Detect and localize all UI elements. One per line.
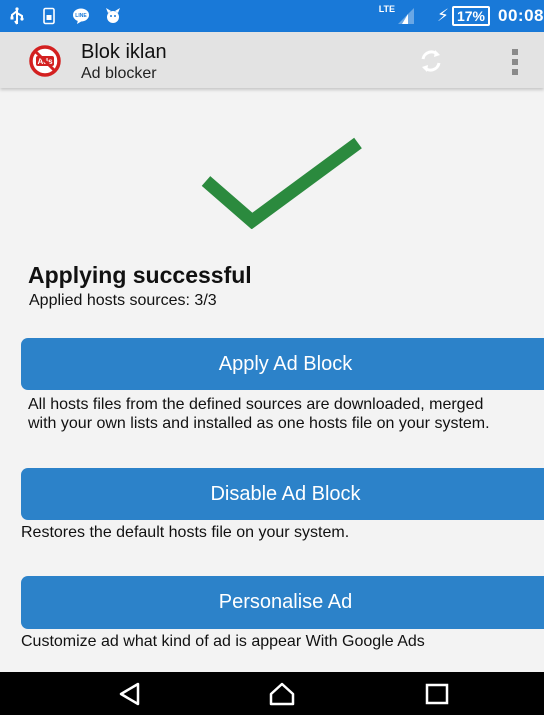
- signal-icon: [398, 8, 415, 24]
- personalise-ad-description: Customize ad what kind of ad is appear W…: [21, 633, 425, 650]
- refresh-icon[interactable]: [418, 48, 444, 74]
- usb-icon: [10, 7, 24, 25]
- status-bar: LINE LTE ⚡ 17% 00:08: [0, 0, 544, 32]
- status-title: Applying successful: [28, 262, 252, 288]
- sim-icon: [43, 7, 55, 25]
- disable-ad-block-button[interactable]: Disable Ad Block: [21, 468, 544, 520]
- notification-app-icon: [106, 8, 120, 23]
- personalise-ad-button[interactable]: Personalise Ad: [21, 576, 544, 629]
- status-bar-system: LTE ⚡ 17% 00:08: [379, 0, 544, 32]
- apply-ad-block-description: All hosts files from the defined sources…: [28, 396, 490, 432]
- checkmark-icon: [201, 137, 362, 229]
- network-type: LTE: [378, 4, 396, 14]
- app-subtitle: Ad blocker: [81, 65, 157, 82]
- clock: 00:08: [498, 6, 544, 25]
- status-bar-notifications: LINE: [8, 0, 122, 32]
- status-subtitle: Applied hosts sources: 3/3: [29, 292, 217, 309]
- overflow-menu-icon[interactable]: [510, 49, 520, 75]
- svg-text:LINE: LINE: [75, 13, 87, 19]
- battery-indicator: 17%: [451, 6, 491, 26]
- navigation-bar: [0, 672, 544, 715]
- back-icon[interactable]: [116, 680, 144, 708]
- apply-ad-block-button[interactable]: Apply Ad Block: [21, 338, 544, 390]
- recent-apps-icon[interactable]: [423, 680, 451, 708]
- no-ads-logo-icon: Ads: [29, 45, 61, 77]
- charging-icon: ⚡: [437, 6, 449, 25]
- home-icon[interactable]: [268, 680, 296, 708]
- app-title: Blok iklan: [81, 41, 167, 63]
- disable-ad-block-description: Restores the default hosts file on your …: [21, 524, 350, 541]
- line-app-icon: LINE: [73, 8, 89, 24]
- action-bar: Ads Blok iklan Ad blocker: [0, 32, 544, 88]
